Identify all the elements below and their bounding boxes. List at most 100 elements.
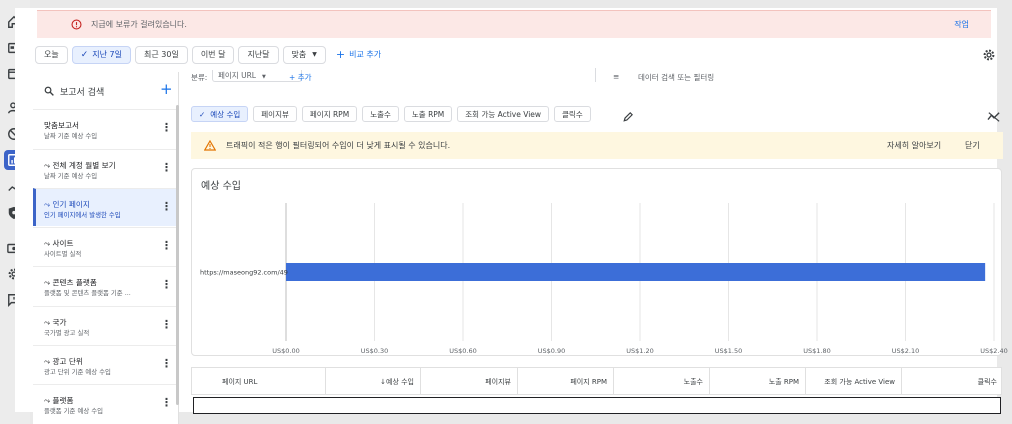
metric-chip[interactable]: 조회 가능 Active View [457, 106, 550, 122]
search-icon [44, 86, 54, 96]
report-item[interactable]: ⤳ 전체 계정 월별 보기 날짜 기준 예상 수입 ⋮ [33, 149, 179, 187]
column-header[interactable]: 페이지 URL [192, 368, 326, 395]
date-chip-this-month[interactable]: 이번 달 [191, 45, 235, 64]
column-header-label: 노출 RPM [768, 377, 799, 386]
metric-chip-label: 페이지 RPM [309, 109, 350, 119]
app-root: 지급에 보류가 걸려있습니다. 작업 오늘 ✓ 지난 7일 최근 30일 이번 달… [0, 0, 1012, 424]
column-header[interactable]: ↓ 예상 수입 [326, 368, 421, 395]
more-options-icon[interactable]: ⋮ [161, 279, 172, 290]
x-tick-label: US$2.40 [980, 347, 1008, 355]
metric-chip-label: 노출 RPM [411, 109, 445, 119]
divider [595, 68, 596, 82]
metric-chip[interactable]: 노출 RPM [403, 106, 453, 122]
column-header[interactable]: 노출수 [614, 368, 710, 395]
metric-chip-label: 노출수 [370, 109, 391, 119]
report-item-subtitle: 국가별 광고 실적 [44, 329, 90, 337]
report-item-title: ⤳ 플랫폼 [44, 396, 74, 405]
more-options-icon[interactable]: ⋮ [161, 122, 172, 133]
report-item-subtitle: 인기 페이지에서 발생한 수입 [44, 211, 121, 219]
more-options-icon[interactable]: ⋮ [161, 319, 172, 330]
more-options-icon[interactable]: ⋮ [161, 358, 172, 369]
date-chip-custom[interactable]: 맞춤 ▼ [282, 45, 326, 64]
column-header[interactable]: 페이지뷰 [421, 368, 518, 395]
alert-action-link[interactable]: 작업 [954, 19, 969, 30]
metric-chip-label: 조회 가능 Active View [465, 109, 542, 119]
report-search[interactable]: 보고서 검색 [44, 84, 164, 98]
metric-chip[interactable]: 페이지뷰 [253, 106, 297, 122]
earnings-bar-chart: US$0.00 US$0.30 US$0.60 US$0.90 US$1.20 US$1.… [200, 203, 1008, 355]
filter-row: 분류: 페이지 URL ▼ + 추가 ≡ 데이터 검색 또는 필터링 [188, 68, 996, 86]
dropdown-arrow-icon: ▼ [312, 51, 317, 58]
bar[interactable] [286, 263, 986, 281]
edit-icon[interactable] [622, 108, 634, 122]
column-header[interactable]: 페이지 RPM [518, 368, 614, 395]
date-chip-last-30-days[interactable]: 최근 30일 [135, 45, 188, 64]
learn-more-link[interactable]: 자세히 알아보기 [887, 140, 941, 151]
check-icon: ✓ [199, 109, 206, 119]
date-chip-label: 맞춤 [291, 50, 307, 59]
payment-hold-alert: 지급에 보류가 걸려있습니다. 작업 [37, 10, 991, 38]
hide-chart-icon[interactable] [987, 108, 1001, 122]
report-item[interactable]: ⤳ 사이트사이트별 실적 ⋮ [33, 227, 179, 265]
date-chip-today[interactable]: 오늘 [35, 45, 68, 64]
column-header[interactable]: 노출 RPM [710, 368, 806, 395]
table-filter-input[interactable]: 데이터 검색 또는 필터링 [638, 72, 714, 83]
report-search-placeholder: 보고서 검색 [60, 87, 105, 98]
filter-icon: ≡ [613, 72, 620, 81]
x-tick-label: US$0.60 [449, 347, 477, 355]
low-traffic-warning: 트래픽이 적은 행이 필터링되어 수입이 더 낮게 표시될 수 있습니다. 자세… [191, 132, 1003, 159]
column-header-label: 예상 수입 [386, 377, 414, 386]
more-options-icon[interactable]: ⋮ [161, 201, 172, 212]
report-item[interactable]: ⤳ 플랫폼 플랫폼 기준 예상 수입 ⋮ [33, 384, 179, 422]
breakdown-label: 분류: [191, 73, 208, 82]
more-options-icon[interactable]: ⋮ [161, 397, 172, 408]
report-item-title: ⤳ 사이트 [44, 239, 74, 248]
report-item-subtitle: 사이트별 실적 [44, 250, 82, 258]
report-item[interactable]: ⤳ 국가국가별 광고 실적 ⋮ [33, 306, 179, 344]
table-header: 페이지 URL ↓ 예상 수입 페이지뷰 페이지 RPM 노출수 노출 RPM 조회 가능 … [191, 367, 1002, 395]
report-item[interactable]: 맞춤보고서날짜 기준 예상 수입 ⋮ [33, 109, 179, 147]
report-item-title: ⤳ 광고 단위 [44, 357, 83, 366]
reports-sidebar: 보고서 검색 + 맞춤보고서 날짜 기준 예상 수입 ⋮ ⤳ 전체 계정 월별 보기 날… [33, 72, 179, 424]
metric-chip[interactable]: 노출수 [362, 106, 399, 122]
plus-icon: + [335, 48, 346, 61]
x-tick-label: US$0.90 [538, 347, 566, 355]
report-item-title: ⤳ 콘텐츠 플랫폼 [44, 278, 97, 287]
report-item-title: 맞춤보고서 [44, 121, 79, 130]
settings-gear-icon[interactable] [982, 47, 996, 61]
more-options-icon[interactable]: ⋮ [161, 162, 172, 173]
report-item[interactable]: ⤳ 콘텐츠 플랫폼플랫폼 및 콘텐츠 플랫폼 기준 ... ⋮ [33, 266, 179, 304]
add-comparison-label: 비교 추가 [349, 50, 382, 59]
add-dimension-label: 추가 [297, 73, 312, 82]
add-report-button[interactable]: + [160, 82, 173, 97]
table-row[interactable] [193, 397, 1001, 414]
report-item-subtitle: 플랫폼 및 콘텐츠 플랫폼 기준 ... [44, 289, 131, 297]
column-header-label: 페이지 URL [222, 377, 258, 386]
metric-chip[interactable]: 페이지 RPM [301, 106, 358, 122]
close-warning-button[interactable]: 닫기 [965, 140, 980, 151]
column-header[interactable]: 조회 가능 Active View [806, 368, 902, 395]
date-chip-last-month[interactable]: 지난달 [238, 45, 279, 64]
date-chip-last-7-days[interactable]: ✓ 지난 7일 [71, 45, 131, 64]
report-item-subtitle: 날짜 기준 예상 수입 [44, 132, 98, 140]
report-item[interactable]: ⤳ 광고 단위광고 단위 기준 예상 수입 ⋮ [33, 345, 179, 383]
column-header[interactable]: 클릭수 [902, 368, 1003, 395]
column-header-label: 노출수 [683, 377, 703, 386]
column-header-label: 클릭수 [977, 377, 997, 386]
x-tick-label: US$1.50 [715, 347, 743, 355]
report-item-subtitle: 광고 단위 기준 예상 수입 [44, 368, 111, 376]
column-header-label: 페이지뷰 [485, 377, 511, 386]
more-options-icon[interactable]: ⋮ [161, 240, 172, 251]
report-item-subtitle: 날짜 기준 예상 수입 [44, 172, 98, 180]
check-icon: ✓ [80, 49, 89, 60]
report-item-title: ⤳ 국가 [44, 318, 67, 327]
metric-chip[interactable]: ✓ 예상 수입 [191, 106, 249, 122]
column-header-label: 페이지 RPM [570, 377, 607, 386]
report-item[interactable]: ⤳ 인기 페이지 인기 페이지에서 발생한 수입 ⋮ [33, 188, 179, 226]
sidebar-scrollbar[interactable] [176, 105, 179, 405]
add-dimension-button[interactable]: + 추가 [289, 72, 312, 83]
add-comparison-button[interactable]: + 비교 추가 [336, 48, 381, 61]
metric-chip-label: 클릭수 [562, 109, 583, 119]
alert-text: 지급에 보류가 걸려있습니다. [91, 20, 187, 29]
metric-chip[interactable]: 클릭수 [554, 106, 591, 122]
